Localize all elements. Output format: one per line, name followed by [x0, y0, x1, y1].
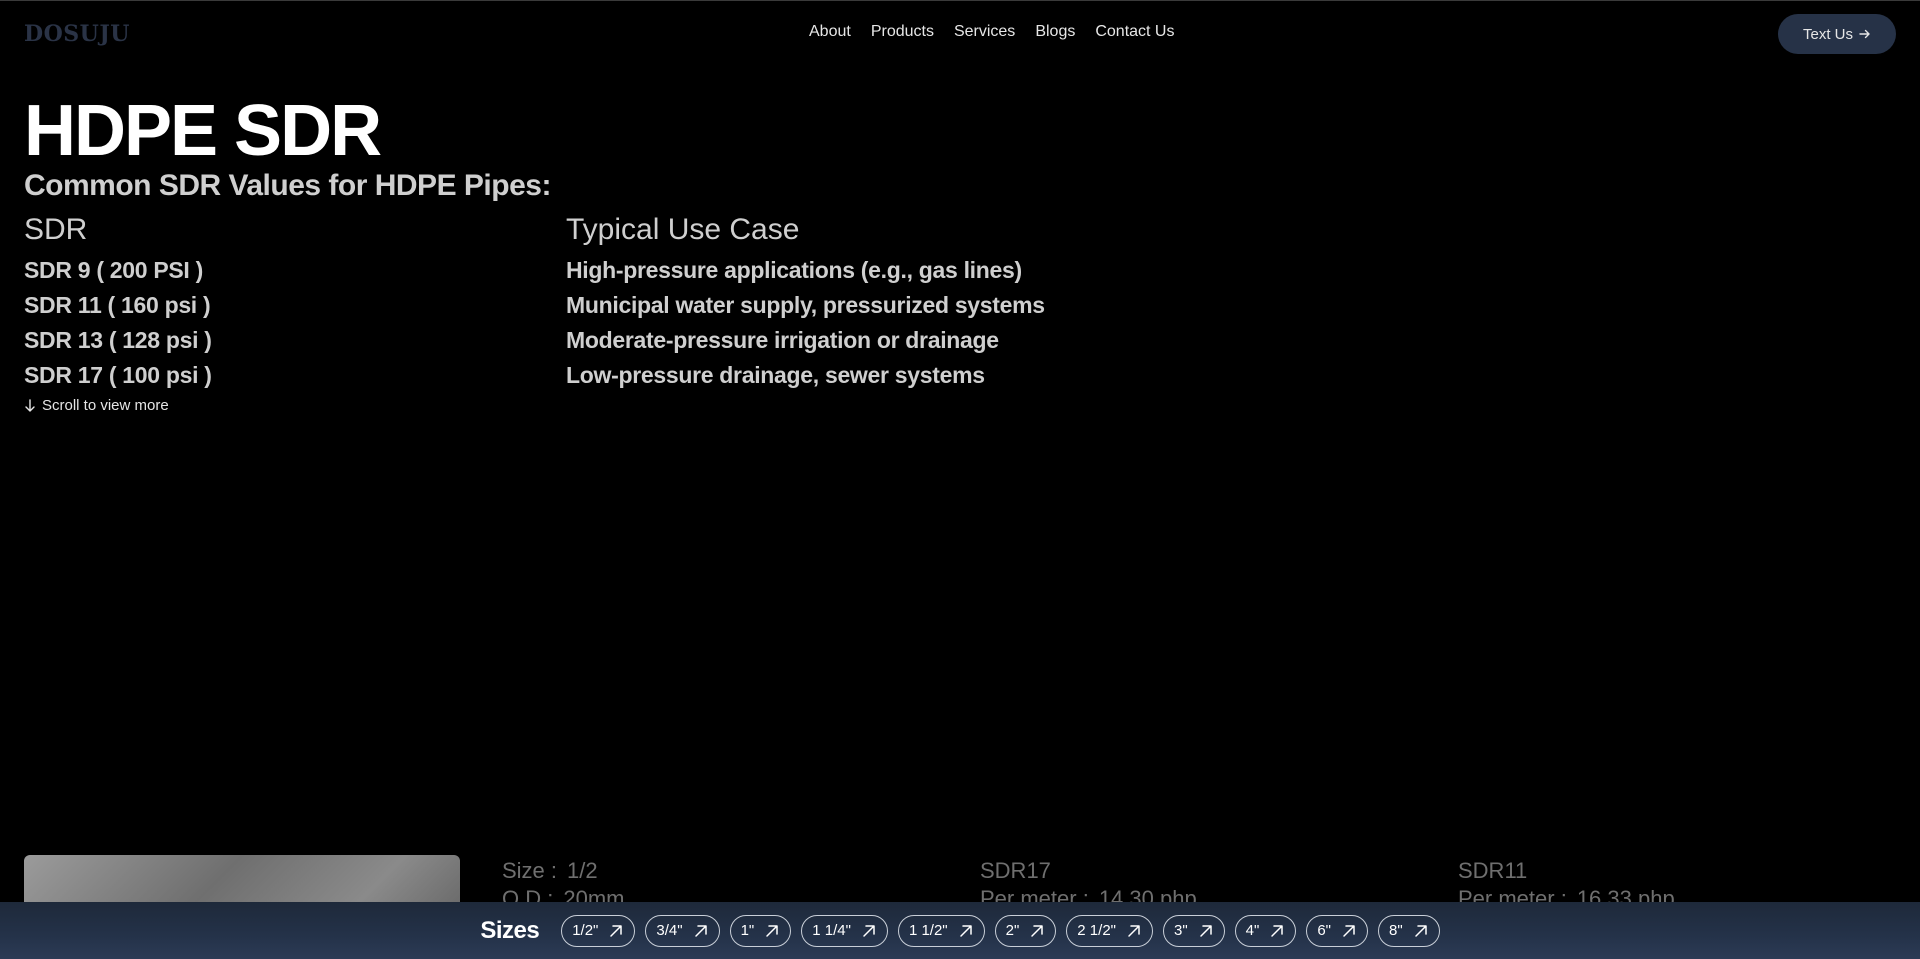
size-chip[interactable]: 1/2" — [561, 914, 636, 947]
size-chip[interactable]: 1 1/4" — [801, 914, 888, 947]
arrow-up-right-icon — [766, 924, 778, 937]
arrow-up-right-icon — [610, 924, 623, 937]
text-us-label: Text Us — [1802, 25, 1853, 43]
size-label: Size : — [502, 858, 558, 883]
logo[interactable]: DOSUJU — [24, 21, 130, 47]
size-chip-label: 2" — [1005, 922, 1020, 939]
size-chip-label: 1 1/4" — [812, 922, 851, 939]
table-row: SDR 13 ( 128 psi ) Moderate-pressure irr… — [24, 323, 1124, 358]
size-chip[interactable]: 3/4" — [645, 914, 720, 947]
nav-link-blogs[interactable]: Blogs — [1035, 23, 1075, 41]
arrow-up-right-icon — [1031, 924, 1044, 937]
size-chip[interactable]: 6" — [1306, 914, 1368, 947]
size-chip[interactable]: 3" — [1162, 914, 1225, 947]
arrow-up-right-icon — [1128, 924, 1140, 937]
nav-link-products[interactable]: Products — [871, 23, 934, 41]
arrow-up-right-icon — [1414, 924, 1427, 937]
page-subtitle: Common SDR Values for HDPE Pipes: — [24, 169, 551, 202]
size-chip-label: 1" — [740, 922, 755, 939]
main-nav: About Products Services Blogs Contact Us — [809, 23, 1174, 41]
arrow-up-right-icon — [1271, 924, 1284, 937]
text-us-button[interactable]: Text Us — [1778, 14, 1896, 54]
size-chip-label: 4" — [1245, 922, 1260, 939]
size-chip[interactable]: 1 1/2" — [897, 914, 985, 947]
size-chip[interactable]: 2 1/2" — [1066, 914, 1153, 947]
sizes-bar: Sizes 1/2" 3/4" 1" 1 1/4" 1 1/2" 2" 2 1/2" 3" 4"… — [0, 902, 1920, 959]
column-header-use-case: Typical Use Case — [566, 213, 800, 246]
arrow-up-right-icon — [1199, 924, 1212, 937]
page-title: HDPE SDR — [24, 91, 382, 171]
sdr-cell: SDR 9 ( 200 PSI ) — [24, 257, 203, 283]
site-header: DOSUJU About Products Services Blogs Con… — [0, 1, 1920, 65]
scroll-hint-label: Scroll to view more — [42, 397, 169, 414]
size-chip-label: 1/2" — [572, 922, 599, 939]
use-case-cell: High-pressure applications (e.g., gas li… — [566, 257, 1022, 283]
sdr-cell: SDR 17 ( 100 psi ) — [24, 362, 212, 388]
arrow-up-right-icon — [1343, 924, 1355, 937]
use-case-cell: Low-pressure drainage, sewer systems — [566, 362, 985, 388]
size-chip-label: 3/4" — [656, 922, 683, 939]
arrow-down-icon — [25, 398, 35, 412]
size-chip[interactable]: 8" — [1378, 914, 1440, 947]
size-chip-label: 3" — [1173, 922, 1188, 939]
table-row: SDR 11 ( 160 psi ) Municipal water suppl… — [24, 288, 1124, 323]
sdr-table: SDR Typical Use Case SDR 9 ( 200 PSI ) H… — [24, 211, 1124, 393]
nav-link-about[interactable]: About — [809, 23, 851, 41]
size-chips: 1/2" 3/4" 1" 1 1/4" 1 1/2" 2" 2 1/2" 3" 4" 6" 8" — [561, 914, 1440, 947]
size-chip[interactable]: 1" — [729, 914, 792, 947]
use-case-cell: Moderate-pressure irrigation or drainage — [566, 327, 999, 353]
sdr-cell: SDR 13 ( 128 psi ) — [24, 327, 212, 353]
arrow-up-right-icon — [863, 924, 875, 937]
column-header-sdr: SDR — [24, 213, 88, 246]
product-card: Size :1/2 O.D :20mm SDR17 Per meter :14.… — [0, 853, 1920, 959]
sdr17-title: SDR17 — [980, 858, 1051, 883]
table-row: SDR 17 ( 100 psi ) Low-pressure drainage… — [24, 358, 1124, 393]
nav-link-contact[interactable]: Contact Us — [1095, 23, 1174, 41]
use-case-cell: Municipal water supply, pressurized syst… — [566, 292, 1045, 318]
size-chip[interactable]: 2" — [994, 914, 1057, 947]
table-header: SDR Typical Use Case — [24, 211, 1124, 249]
size-chip-label: 1 1/2" — [908, 922, 948, 939]
page: DOSUJU About Products Services Blogs Con… — [0, 0, 1920, 959]
size-chip-label: 2 1/2" — [1077, 922, 1116, 939]
scroll-hint[interactable]: Scroll to view more — [24, 397, 169, 414]
table-row: SDR 9 ( 200 PSI ) High-pressure applicat… — [24, 253, 1124, 288]
nav-link-services[interactable]: Services — [954, 23, 1015, 41]
arrow-right-icon — [1859, 29, 1870, 39]
sizes-label: Sizes — [480, 916, 540, 944]
size-chip-label: 8" — [1389, 922, 1403, 939]
arrow-up-right-icon — [694, 924, 707, 937]
size-chip-label: 6" — [1317, 922, 1331, 939]
size-value: 1/2 — [567, 858, 598, 883]
sdr11-title: SDR11 — [1458, 858, 1528, 883]
arrow-up-right-icon — [959, 924, 972, 937]
sdr-cell: SDR 11 ( 160 psi ) — [24, 292, 211, 318]
size-chip[interactable]: 4" — [1234, 914, 1297, 947]
